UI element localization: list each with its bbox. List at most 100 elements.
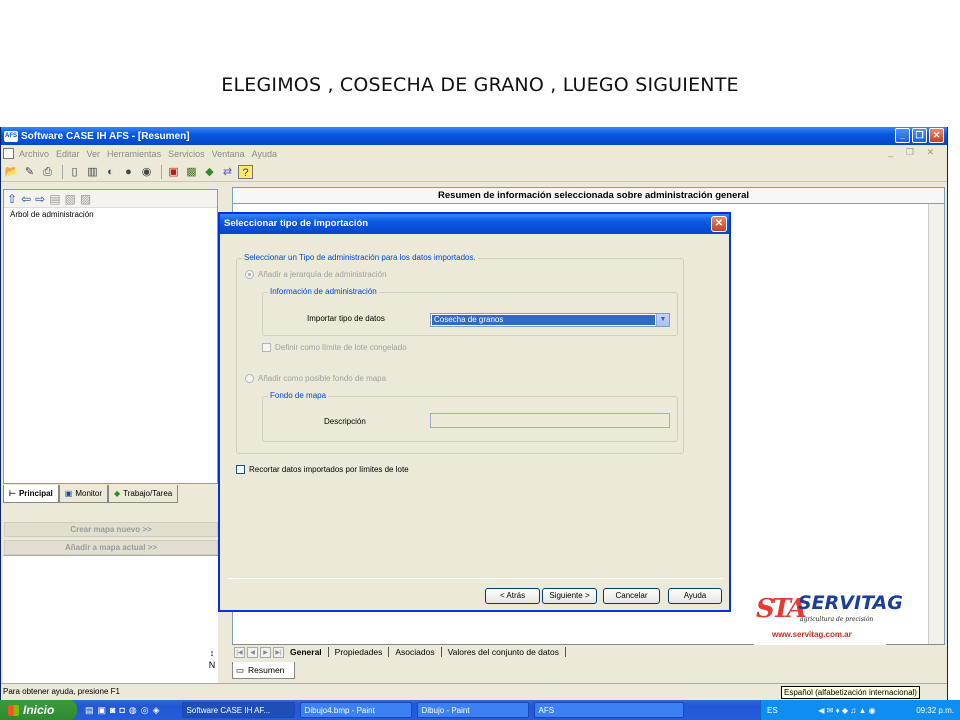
monitor-icon: ▣: [64, 489, 73, 498]
task-dibujo[interactable]: Dibujo - Paint: [416, 702, 529, 718]
language-indicator[interactable]: ES: [767, 706, 778, 715]
menu-herramientas[interactable]: Herramientas: [107, 149, 161, 159]
title-bar[interactable]: AFS Software CASE IH AFS - [Resumen] _ ❐…: [1, 127, 947, 145]
logo-name: SERVITAG: [798, 592, 903, 614]
description-field[interactable]: [430, 413, 670, 428]
afs-icon[interactable]: ◘: [119, 705, 124, 716]
logo-tagline: agricultura de precisión: [800, 616, 874, 623]
clock[interactable]: 09:32 p.m.: [916, 706, 954, 715]
up-arrow-icon[interactable]: ⇧: [7, 192, 17, 206]
desktop-icon[interactable]: ▣: [98, 705, 107, 716]
start-button[interactable]: Inicio: [0, 700, 77, 720]
crop-by-limits-checkbox[interactable]: [236, 465, 245, 474]
back-button[interactable]: < Atrás: [485, 588, 540, 604]
tab-principal[interactable]: ⊢ Principal: [3, 485, 59, 503]
toolbar-separator: [62, 164, 63, 179]
maximize-button[interactable]: ❐: [912, 128, 927, 143]
tab-trabajo-label: Trabajo/Tarea: [123, 489, 173, 498]
dialog-title-bar[interactable]: Seleccionar tipo de importación ✕: [220, 214, 729, 234]
tools-icon[interactable]: ✎: [22, 165, 37, 179]
task-afs-software[interactable]: Software CASE IH AF...: [181, 702, 295, 718]
transfer-icon[interactable]: ⇄: [220, 165, 235, 179]
prev-tab-button[interactable]: ◀: [247, 646, 258, 658]
radio-map-background[interactable]: [245, 374, 254, 383]
frozen-limit-checkbox[interactable]: [262, 343, 271, 352]
pane-label-text: N: [208, 660, 216, 670]
chevron-down-icon[interactable]: ▼: [656, 314, 669, 326]
tab-valores[interactable]: Valores del conjunto de datos: [442, 647, 566, 657]
menu-servicios[interactable]: Servicios: [168, 149, 205, 159]
minimize-button[interactable]: _: [895, 128, 910, 143]
window-title: Software CASE IH AFS - [Resumen]: [21, 130, 190, 142]
cancel-button[interactable]: Cancelar: [603, 588, 660, 604]
menu-archivo[interactable]: Archivo: [19, 149, 49, 159]
slide-caption: ELEGIMOS , COSECHA DE GRANO , LUEGO SIGU…: [221, 74, 739, 96]
delete-icon[interactable]: ▨: [80, 192, 91, 206]
map-icon[interactable]: ▩: [184, 165, 199, 179]
import-type-select[interactable]: Cosecha de granos ▼: [430, 313, 670, 327]
menu-ayuda[interactable]: Ayuda: [252, 149, 277, 159]
next-tab-button[interactable]: ▶: [260, 646, 271, 658]
first-tab-button[interactable]: |◀: [234, 646, 245, 658]
page-icon[interactable]: ▯: [67, 165, 82, 179]
language-tooltip: Español (alfabetización internacional): [781, 686, 920, 699]
radio-add-to-hierarchy-label: Añadir a jerarquía de administración: [258, 270, 387, 279]
tab-resumen[interactable]: ▭ Resumen: [232, 662, 296, 679]
afs-app-icon: AFS: [4, 130, 18, 142]
summary-header: Resumen de información seleccionada sobr…: [233, 188, 944, 204]
menu-editar[interactable]: Editar: [56, 149, 80, 159]
tab-general[interactable]: General: [284, 647, 329, 657]
forward-arrow-icon[interactable]: ⇨: [35, 192, 45, 206]
properties-icon[interactable]: ▧: [65, 192, 76, 206]
last-tab-button[interactable]: ▶|: [273, 646, 284, 658]
import-type-dialog: Seleccionar tipo de importación ✕ Selecc…: [218, 212, 731, 612]
tree-icon[interactable]: ▤: [49, 192, 60, 206]
back-arrow-icon[interactable]: ⇦: [21, 192, 31, 206]
dialog-close-icon[interactable]: ✕: [711, 216, 727, 232]
radio-add-to-hierarchy[interactable]: [245, 270, 254, 279]
document-icon[interactable]: [3, 148, 14, 159]
dialog-separator: [228, 578, 723, 579]
report-icon[interactable]: ▣: [166, 165, 181, 179]
browser-icon[interactable]: ◍: [129, 705, 137, 716]
tray-icons[interactable]: ◀ ✉ ♦ ◆ ♫ ▲ ◉: [818, 706, 875, 715]
chart-icon[interactable]: ▥: [85, 165, 100, 179]
mdi-window-controls[interactable]: _ ❐ ✕: [888, 147, 939, 158]
menu-bar: Archivo Editar Ver Herramientas Servicio…: [1, 146, 947, 161]
help-icon[interactable]: ?: [238, 164, 253, 179]
explorer-icon[interactable]: ◈: [153, 705, 160, 716]
tab-propiedades[interactable]: Propiedades: [329, 647, 390, 657]
windows-logo-icon: [8, 704, 19, 716]
toolbar-separator: [161, 164, 162, 179]
chrome-icon[interactable]: ◎: [141, 705, 149, 716]
task-afs-folder[interactable]: AFS: [533, 702, 684, 718]
menu-ventana[interactable]: Ventana: [212, 149, 245, 159]
globe-icon[interactable]: ●: [121, 165, 136, 179]
media-icon[interactable]: ◙: [110, 705, 115, 716]
tree-root-node[interactable]: Árbol de administración: [4, 208, 217, 221]
tab-monitor[interactable]: ▣ Monitor: [58, 485, 109, 503]
open-folder-icon[interactable]: 📂: [4, 165, 19, 179]
tab-monitor-label: Monitor: [75, 489, 103, 498]
admin-info-group-label: Información de administración: [268, 287, 379, 296]
admin-type-group-label: Seleccionar un Tipo de administración pa…: [242, 253, 478, 262]
gear-icon[interactable]: ◐: [103, 165, 118, 179]
next-button[interactable]: Siguiente >: [542, 588, 597, 604]
tractor-icon[interactable]: ◆: [202, 165, 217, 179]
folder-icon[interactable]: ▤: [85, 705, 94, 716]
tab-asociados[interactable]: Asociados: [389, 647, 442, 657]
vertical-scrollbar[interactable]: [928, 204, 944, 655]
start-label: Inicio: [23, 703, 55, 717]
taskbar: Inicio ▤ ▣ ◙ ◘ ◍ ◎ ◈ Software CASE IH AF…: [0, 700, 960, 720]
tab-trabajo[interactable]: ◆ Trabajo/Tarea: [108, 485, 179, 503]
help-button[interactable]: Ayuda: [668, 588, 722, 604]
create-map-button[interactable]: Crear mapa nuevo >>: [4, 522, 218, 537]
add-to-map-button[interactable]: Añadir a mapa actual >>: [4, 540, 218, 555]
close-button[interactable]: ✕: [929, 128, 944, 143]
search-icon[interactable]: ◉: [139, 165, 154, 179]
print-icon[interactable]: ⎙: [40, 165, 55, 179]
dialog-title: Seleccionar tipo de importación: [224, 218, 369, 229]
description-label: Descripción: [324, 417, 366, 426]
task-dibujo4[interactable]: Dibujo4.bmp - Paint: [299, 702, 412, 718]
menu-ver[interactable]: Ver: [87, 149, 101, 159]
